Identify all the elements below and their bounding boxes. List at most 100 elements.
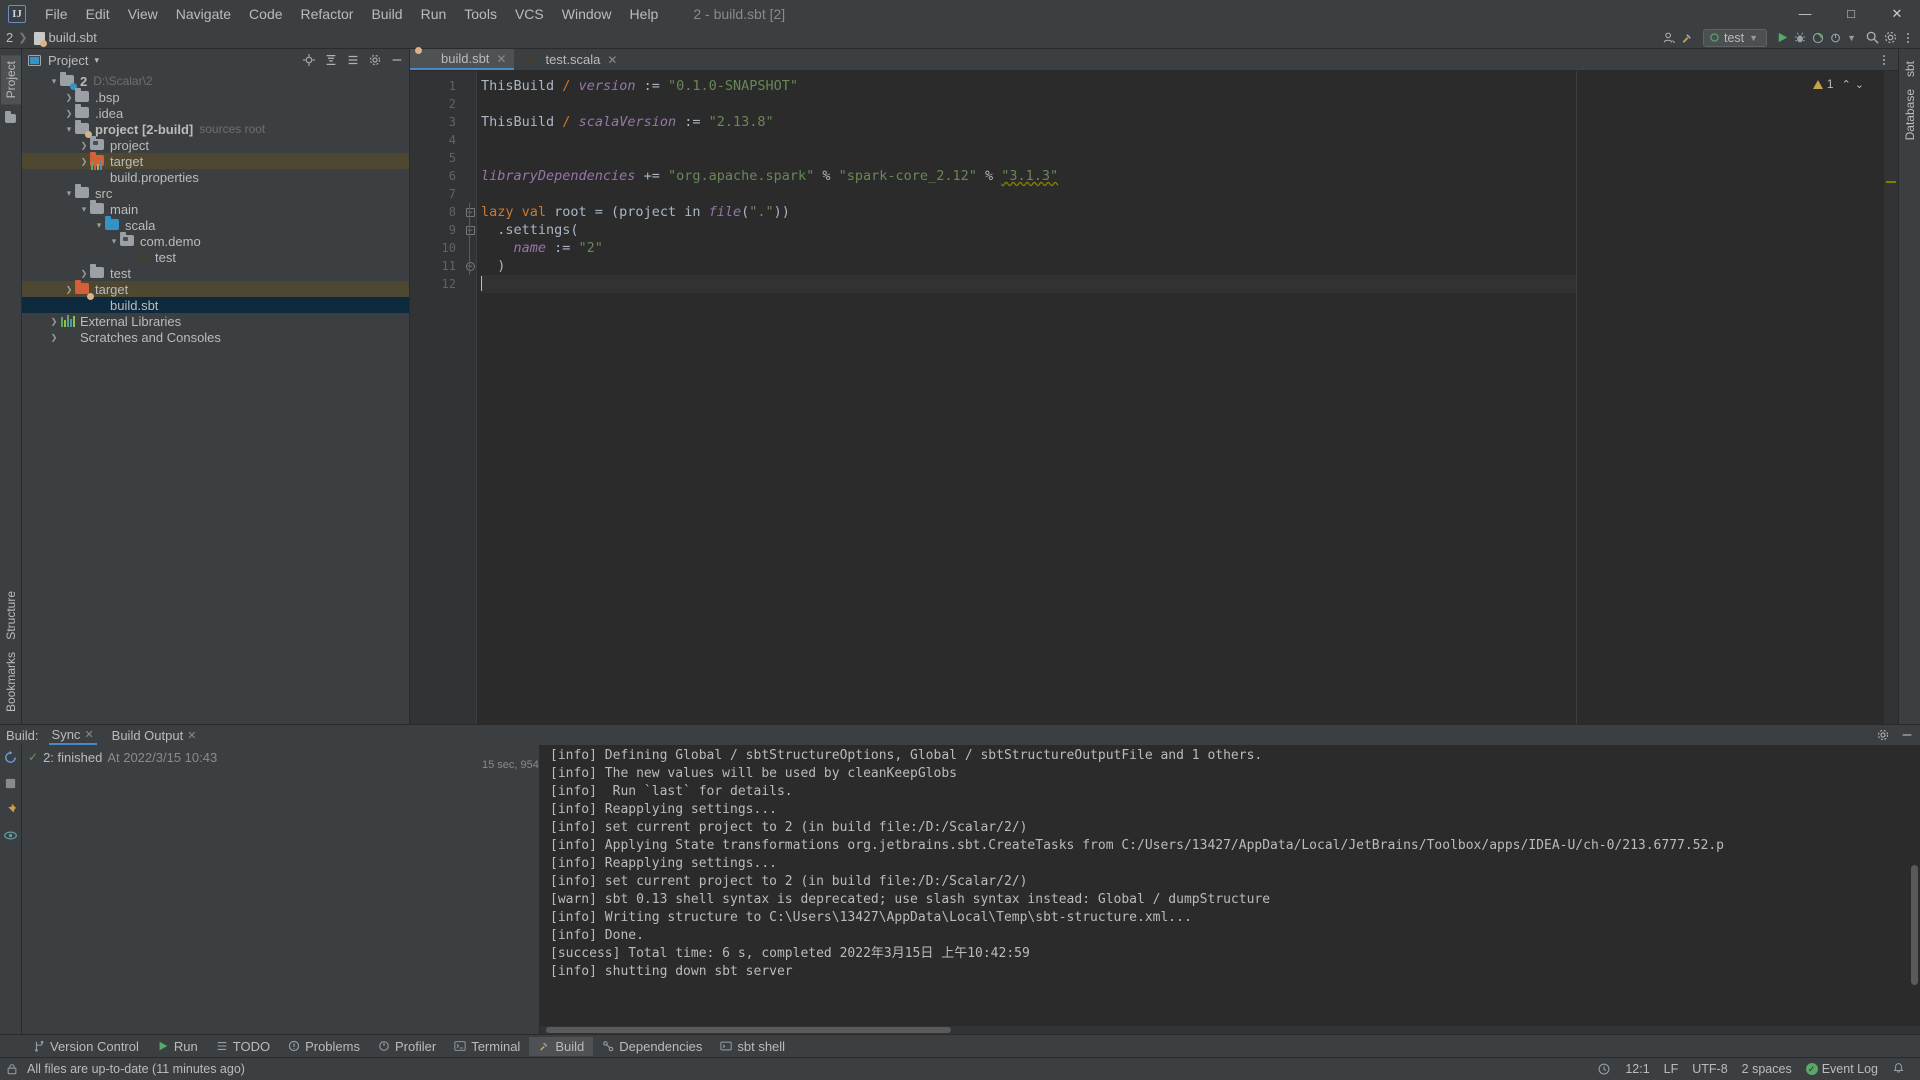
tree-item-scratches-and-consoles[interactable]: ❯Scratches and Consoles bbox=[22, 329, 409, 345]
menu-item-edit[interactable]: Edit bbox=[77, 3, 119, 25]
chevron-right-icon[interactable]: ❯ bbox=[63, 109, 75, 118]
chevron-down-icon[interactable]: ▾ bbox=[94, 55, 99, 66]
fold-toggle-icon[interactable]: − bbox=[464, 257, 476, 275]
code-line[interactable]: ThisBuild / scalaVersion := "2.13.8" bbox=[481, 113, 1576, 131]
tool-button-terminal[interactable]: Terminal bbox=[445, 1037, 529, 1056]
breadcrumb-file[interactable]: build.sbt bbox=[48, 30, 96, 45]
more-options-icon[interactable] bbox=[1876, 52, 1892, 68]
menu-item-navigate[interactable]: Navigate bbox=[167, 3, 240, 25]
tree-item-project-2-build[interactable]: ▾project [2-build]sources root bbox=[22, 121, 409, 137]
line-separator[interactable]: LF bbox=[1657, 1062, 1686, 1076]
tree-item-test[interactable]: ❯test bbox=[22, 265, 409, 281]
collapse-all-icon[interactable] bbox=[323, 52, 339, 68]
code-content[interactable]: ThisBuild / version := "0.1.0-SNAPSHOT" … bbox=[476, 71, 1576, 724]
menu-item-window[interactable]: Window bbox=[553, 3, 621, 25]
tree-item-target[interactable]: ❯target bbox=[22, 153, 409, 169]
close-tab-icon[interactable]: ✕ bbox=[187, 729, 196, 742]
menu-item-tools[interactable]: Tools bbox=[455, 3, 506, 25]
menu-item-build[interactable]: Build bbox=[362, 3, 411, 25]
run-icon[interactable] bbox=[1774, 30, 1790, 46]
menu-item-file[interactable]: File bbox=[36, 3, 77, 25]
close-button[interactable]: ✕ bbox=[1874, 0, 1920, 27]
file-encoding[interactable]: UTF-8 bbox=[1685, 1062, 1734, 1076]
code-line[interactable]: name := "2" bbox=[481, 239, 1576, 257]
build-tab-build-output[interactable]: Build Output✕ bbox=[109, 726, 200, 745]
code-folding-strip[interactable]: −−− bbox=[464, 71, 476, 724]
console-horizontal-scrollbar-track[interactable] bbox=[540, 1026, 1920, 1034]
tree-item-target[interactable]: ❯target bbox=[22, 281, 409, 297]
inspections-icon[interactable] bbox=[1590, 1062, 1618, 1076]
tree-item-main[interactable]: ▾main bbox=[22, 201, 409, 217]
chevron-right-icon[interactable]: ❯ bbox=[63, 93, 75, 102]
console-vertical-scrollbar[interactable] bbox=[1911, 865, 1918, 985]
run-coverage-icon[interactable] bbox=[1810, 30, 1826, 46]
search-icon[interactable] bbox=[1864, 30, 1880, 46]
tool-button-version-control[interactable]: Version Control bbox=[24, 1037, 148, 1056]
chevron-right-icon[interactable]: ❯ bbox=[48, 317, 60, 326]
code-line[interactable] bbox=[481, 275, 1576, 293]
stop-icon[interactable] bbox=[3, 775, 19, 791]
chevron-down-icon[interactable]: ⌄ bbox=[1855, 78, 1864, 91]
tree-item-project[interactable]: ❯project bbox=[22, 137, 409, 153]
code-line[interactable]: libraryDependencies += "org.apache.spark… bbox=[481, 167, 1576, 185]
chevron-down-icon[interactable]: ▾ bbox=[78, 204, 90, 215]
more-options-icon[interactable] bbox=[1900, 30, 1916, 46]
build-task-tree[interactable]: ✓2: finishedAt 2022/3/15 10:43 15 sec, 9… bbox=[22, 745, 540, 1034]
sidebar-item-database[interactable]: Database bbox=[1900, 83, 1920, 146]
chevron-right-icon[interactable]: ❯ bbox=[63, 285, 75, 294]
chevron-right-icon[interactable]: ❯ bbox=[78, 269, 90, 278]
hide-panel-icon[interactable] bbox=[389, 52, 405, 68]
tree-item-2[interactable]: ▾2D:\Scalar\2 bbox=[22, 73, 409, 89]
sidebar-item-sbt[interactable]: sbt bbox=[1900, 55, 1920, 83]
caret-position[interactable]: 12:1 bbox=[1618, 1062, 1656, 1076]
settings-icon[interactable] bbox=[1875, 727, 1891, 743]
chevron-right-icon[interactable]: ❯ bbox=[78, 141, 90, 150]
minimize-button[interactable]: — bbox=[1782, 0, 1828, 27]
menu-item-view[interactable]: View bbox=[119, 3, 167, 25]
error-stripe-marker-bar[interactable] bbox=[1884, 71, 1898, 724]
tool-button-sbt-shell[interactable]: sbt shell bbox=[711, 1037, 794, 1056]
profiler-icon[interactable] bbox=[1828, 30, 1844, 46]
tree-item-external-libraries[interactable]: ❯External Libraries bbox=[22, 313, 409, 329]
warning-stripe-marker[interactable] bbox=[1886, 181, 1896, 183]
debug-icon[interactable] bbox=[1792, 30, 1808, 46]
tool-button-problems[interactable]: Problems bbox=[279, 1037, 369, 1056]
maximize-button[interactable]: □ bbox=[1828, 0, 1874, 27]
settings-icon[interactable] bbox=[367, 52, 383, 68]
code-line[interactable]: lazy val root = (project in file(".")) bbox=[481, 203, 1576, 221]
chevron-down-icon[interactable]: ▼ bbox=[1847, 33, 1856, 43]
menu-item-code[interactable]: Code bbox=[240, 3, 291, 25]
chevron-up-icon[interactable]: ⌃ bbox=[1842, 78, 1851, 91]
chevron-down-icon[interactable]: ▾ bbox=[63, 188, 75, 199]
tree-item-build-properties[interactable]: build.properties bbox=[22, 169, 409, 185]
user-avatar-icon[interactable] bbox=[1661, 30, 1677, 46]
menu-item-vcs[interactable]: VCS bbox=[506, 3, 553, 25]
code-line[interactable]: .settings( bbox=[481, 221, 1576, 239]
tree-item-com-demo[interactable]: ▾com.demo bbox=[22, 233, 409, 249]
chevron-down-icon[interactable]: ▾ bbox=[108, 236, 120, 247]
pin-icon[interactable] bbox=[3, 801, 19, 817]
editor-tab-build-sbt[interactable]: build.sbt✕ bbox=[410, 49, 514, 70]
close-tab-icon[interactable]: ✕ bbox=[607, 53, 617, 67]
chevron-right-icon[interactable]: ❯ bbox=[78, 157, 90, 166]
menu-item-help[interactable]: Help bbox=[621, 3, 668, 25]
indent-setting[interactable]: 2 spaces bbox=[1735, 1062, 1799, 1076]
sidebar-item-bookmarks[interactable]: Bookmarks bbox=[1, 646, 21, 718]
notifications-icon[interactable] bbox=[1885, 1062, 1912, 1076]
code-line[interactable] bbox=[481, 131, 1576, 149]
editor-tab-test-scala[interactable]: test.scala✕ bbox=[514, 49, 625, 70]
sidebar-item-structure[interactable]: Structure bbox=[1, 585, 21, 646]
chevron-down-icon[interactable]: ▾ bbox=[63, 124, 75, 135]
code-line[interactable]: ) bbox=[481, 257, 1576, 275]
tree-item-build-sbt[interactable]: build.sbt bbox=[22, 297, 409, 313]
build-tab-sync[interactable]: Sync✕ bbox=[49, 726, 97, 745]
breadcrumb[interactable]: 2 ❯ build.sbt bbox=[6, 30, 97, 45]
tree-item-bsp[interactable]: ❯.bsp bbox=[22, 89, 409, 105]
tool-button-build[interactable]: Build bbox=[529, 1037, 593, 1056]
hammer-icon[interactable] bbox=[1679, 30, 1695, 46]
code-line[interactable]: ThisBuild / version := "0.1.0-SNAPSHOT" bbox=[481, 77, 1576, 95]
tree-item-test[interactable]: test bbox=[22, 249, 409, 265]
menu-item-run[interactable]: Run bbox=[412, 3, 456, 25]
tool-button-profiler[interactable]: Profiler bbox=[369, 1037, 445, 1056]
console-horizontal-scrollbar-thumb[interactable] bbox=[546, 1027, 951, 1033]
